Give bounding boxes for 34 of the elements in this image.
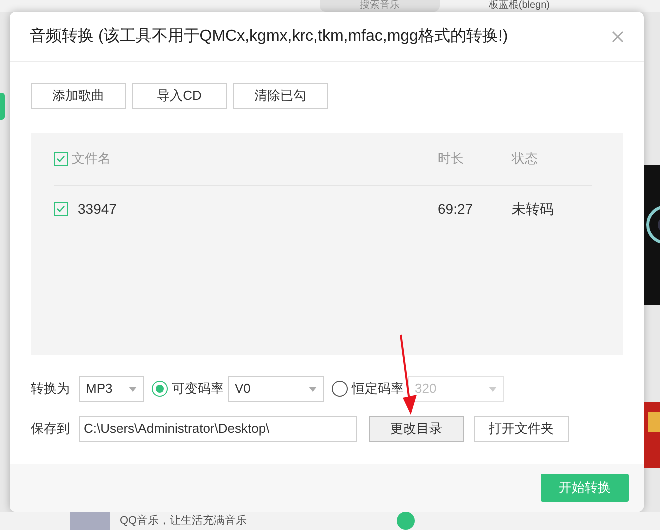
sidebar-tab[interactable] xyxy=(0,93,5,120)
column-header: 文件名 xyxy=(72,150,112,168)
folder-button[interactable]: 更改目录 xyxy=(369,416,464,442)
caret-icon xyxy=(489,386,497,392)
toolbar-button[interactable]: 导入CD xyxy=(132,83,227,109)
dropdown[interactable]: MP3 xyxy=(79,376,144,402)
radio-label[interactable]: 可变码率 xyxy=(172,379,224,399)
radio-button[interactable] xyxy=(332,381,348,397)
table-cell-text: 33947 xyxy=(78,200,118,218)
convert-label: 转换为 xyxy=(31,380,71,398)
radio-button[interactable] xyxy=(152,381,168,397)
folder-button[interactable]: 打开文件夹 xyxy=(474,416,569,442)
path-field[interactable]: C:\Users\Administrator\Desktop\ xyxy=(79,416,357,442)
check-icon xyxy=(56,154,66,164)
checkbox[interactable] xyxy=(54,152,68,166)
check-icon xyxy=(56,204,66,214)
column-header: 状态 xyxy=(512,150,538,168)
checkbox[interactable] xyxy=(54,202,68,216)
column-header: 时长 xyxy=(438,150,465,168)
toolbar-button[interactable]: 添加歌曲 xyxy=(31,83,126,109)
dropdown[interactable]: V0 xyxy=(228,376,324,402)
radio-label[interactable]: 恒定码率 xyxy=(352,379,404,399)
now-playing-text: QQ音乐，让生活充满音乐 xyxy=(120,514,248,529)
toolbar-button[interactable]: 清除已勾 xyxy=(233,83,328,109)
caret-icon xyxy=(129,386,137,392)
caret-icon xyxy=(309,386,317,392)
table-cell-text: 未转码 xyxy=(512,200,554,218)
album-thumbnail xyxy=(70,512,110,530)
user-name[interactable]: 板蓝根(blegn) xyxy=(488,0,550,12)
dialog-title: 音频转换 (该工具不用于QMCx,kgmx,krc,tkm,mfac,mgg格式的转换!) xyxy=(30,26,508,46)
table-cell-text: 69:27 xyxy=(438,200,474,218)
close-icon[interactable] xyxy=(612,30,624,42)
play-button[interactable] xyxy=(397,512,416,530)
save-label: 保存到 xyxy=(31,420,71,438)
